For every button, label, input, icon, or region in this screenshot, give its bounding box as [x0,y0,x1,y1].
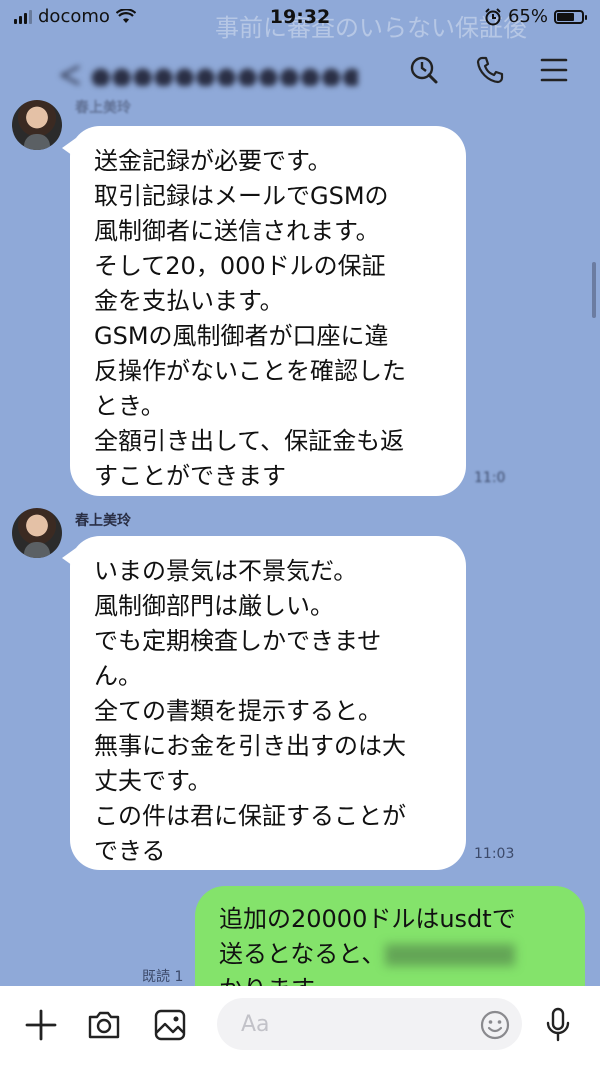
message-line-text: 送るとなると、 [219,940,386,968]
menu-icon[interactable] [536,52,572,88]
input-bar [0,986,600,1067]
redaction [385,944,516,966]
message-line: 丈夫です。 [94,767,212,795]
message-line: 反操作がないことを確認した [94,357,406,385]
message-line: そして20，000ドルの保証 [94,252,386,280]
scroll-indicator[interactable] [592,262,596,318]
bubble-tail [62,548,76,568]
message-line: 取引記録はメールでGSMの [94,182,389,210]
message-line: 風制御部門は厳しい。 [94,592,334,620]
clock-search-icon[interactable] [406,52,442,88]
message-line: すことができます [94,462,286,490]
chat-name[interactable]: ＜ ●●●●●●●●●●●●●●●● [58,56,358,86]
message-input[interactable] [239,1010,463,1038]
message-line: 全額引き出して、保証金も返 [94,427,405,455]
bubble-tail [62,138,76,158]
status-right: 65% [484,6,587,27]
message-line: この件は君に保証することが [94,802,406,830]
sender-name: 春上美玲 [75,100,131,116]
message-time: 11:03 [474,846,515,862]
emoji-icon[interactable] [474,1004,516,1046]
status-bar: docomo 事前に審査のいらない保証後 19:32 65% [0,0,600,42]
message-line: 風制御者に送信されます。 [94,217,380,245]
message-line: 金を支払います。 [94,287,284,315]
image-icon[interactable] [149,1004,191,1046]
message-line: できる [94,837,166,865]
battery-icon [554,9,587,24]
message-time: 11:0 [474,470,506,486]
microphone-icon[interactable] [537,1004,579,1046]
chat-header: ＜ ●●●●●●●●●●●●●●●● [0,38,600,100]
message-bubble[interactable]: いまの景気は不景気だ。 風制御部門は厳しい。 でも定期検査しかできませ ん。 全… [62,536,466,870]
message-bubble[interactable]: 送金記録が必要です。 取引記録はメールでGSMの 風制御者に送信されます。 そし… [62,126,466,496]
avatar[interactable] [12,508,62,558]
message-line: いまの景気は不景気だ。 [94,557,358,585]
message-line: とき。 [94,392,165,420]
message-line: GSMの風制御者が口座に違 [94,322,389,350]
message-line: 無事にお金を引き出すのは大 [94,732,406,760]
read-receipt: 既読 1 [142,969,184,985]
alarm-icon [485,7,501,25]
battery-label: 65% [507,6,548,27]
message-line: ん。 [94,662,142,690]
message-line: でも定期検査しかできませ [94,627,382,655]
phone-icon[interactable] [472,52,508,88]
message-line: 追加の20000ドルはusdtで [219,905,516,933]
plus-icon[interactable] [20,1004,62,1046]
message-line: 送るとなると、 [219,937,561,972]
message-line: 送金記録が必要です。 [94,147,332,175]
avatar[interactable] [12,100,62,150]
sender-name: 春上美玲 [75,513,131,529]
camera-icon[interactable] [83,1004,125,1046]
message-line: 全ての書類を提示すると。 [94,697,382,725]
